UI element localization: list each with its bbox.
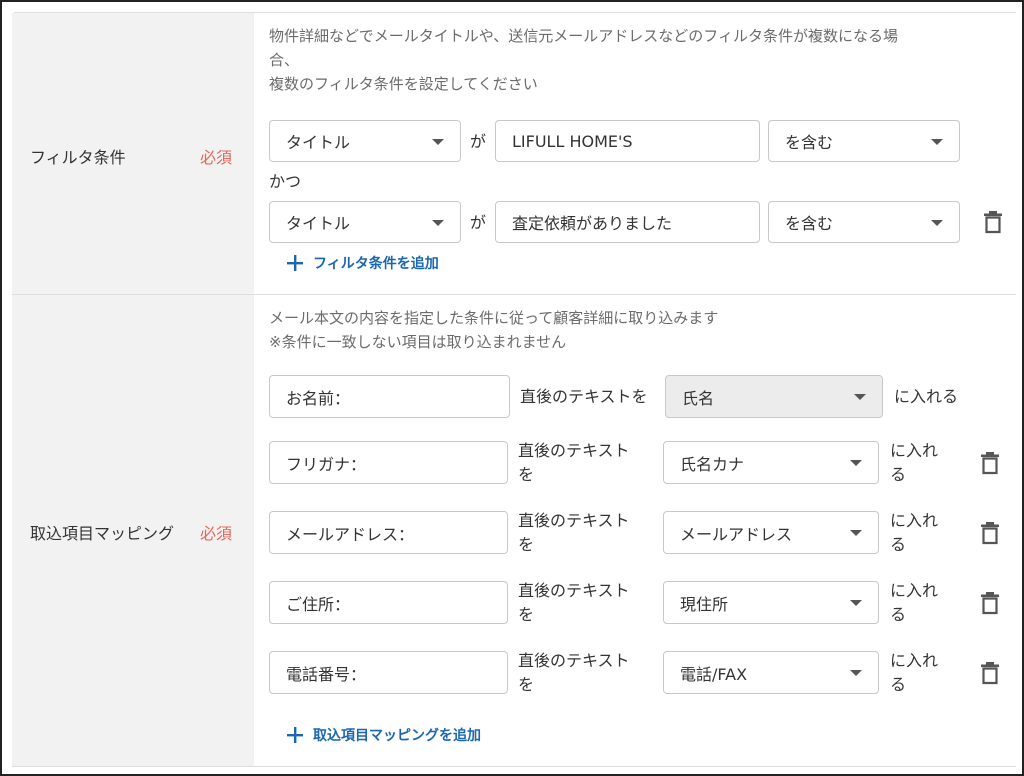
mapping-end-line-a: に入れ (890, 511, 939, 530)
filter-field-value-2: タイトル (286, 214, 351, 233)
mapping-mid-line-b: を (518, 465, 535, 484)
mapping-end-text-1: に入れる (894, 387, 959, 406)
mapping-source-text-2: フリガナ： (286, 454, 367, 474)
filter-operator-value-2: を含む (785, 214, 834, 233)
mapping-source-input-1[interactable]: お名前： (269, 375, 510, 418)
filter-operator-select-1[interactable]: を含む (768, 120, 960, 162)
mapping-end-line-b: る (890, 465, 907, 484)
section-divider (12, 294, 1016, 295)
mapping-mid-line-a: 直後のテキスト (518, 651, 630, 670)
filter-help-line2: 合、 (269, 51, 300, 69)
filter-value-text-1: LIFULL HOME'S (512, 131, 633, 151)
filter-operator-select-2[interactable]: を含む (768, 201, 960, 243)
mapping-mid-line-b: を (518, 535, 535, 554)
mapping-end-line-a: に入れ (890, 651, 939, 670)
plus-icon (287, 255, 303, 271)
filter-field-select-2[interactable]: タイトル (269, 201, 461, 243)
filter-connector-1: が (470, 132, 487, 151)
mapping-end-text-3: に入れ る (890, 509, 938, 557)
add-mapping-label: 取込項目マッピングを追加 (313, 728, 481, 744)
mapping-mid-line-a: 直後のテキスト (518, 441, 630, 460)
filter-connector-2: が (470, 213, 487, 232)
filter-field-select-1[interactable]: タイトル (269, 120, 461, 162)
mapping-end-text-5: に入れ る (890, 649, 938, 697)
mapping-source-input-4[interactable]: ご住所： (269, 581, 508, 624)
chevron-down-icon (931, 220, 943, 226)
mapping-source-text-1: お名前： (286, 388, 351, 408)
mapping-target-value-3: メールアドレス (680, 524, 793, 544)
chevron-down-icon (850, 460, 862, 466)
chevron-down-icon (850, 670, 862, 676)
mapping-source-input-5[interactable]: 電話番号： (269, 651, 508, 694)
mapping-target-select-4[interactable]: 現住所 (663, 581, 879, 624)
filter-help-text: 物件詳細などでメールタイトルや、送信元メールアドレスなどのフィルタ条件が複数にな… (269, 24, 898, 96)
chevron-down-icon (931, 139, 943, 145)
mapping-end-line-a: に入れ (890, 581, 939, 600)
label-column (12, 13, 254, 766)
mapping-source-text-3: メールアドレス： (286, 524, 415, 544)
mapping-mid-text-1: 直後のテキストを (520, 387, 648, 406)
chevron-down-icon (850, 530, 862, 536)
filter-value-input-2[interactable]: 査定依頼がありました (495, 201, 760, 243)
mapping-source-input-3[interactable]: メールアドレス： (269, 511, 508, 554)
filter-help-line1: 物件詳細などでメールタイトルや、送信元メールアドレスなどのフィルタ条件が複数にな… (269, 27, 898, 45)
mapping-target-value-4: 現住所 (680, 594, 729, 614)
filter-help-line3: 複数のフィルタ条件を設定してください (269, 75, 538, 93)
filter-and-label: かつ (269, 172, 302, 191)
mapping-help-line1: メール本文の内容を指定した条件に従って顧客詳細に取り込みます (269, 309, 719, 327)
mapping-end-text-2: に入れ る (890, 439, 938, 487)
mapping-target-value-2: 氏名カナ (680, 454, 745, 474)
trash-icon[interactable] (980, 521, 1000, 545)
chevron-down-icon (432, 139, 444, 145)
mapping-source-input-2[interactable]: フリガナ： (269, 441, 508, 484)
filter-operator-value-1: を含む (785, 133, 834, 152)
mapping-end-line-b: る (890, 675, 907, 694)
mapping-mid-line-a: 直後のテキスト (518, 511, 630, 530)
plus-icon (287, 727, 303, 743)
mapping-help-text: メール本文の内容を指定した条件に従って顧客詳細に取り込みます ※条件に一致しない… (269, 306, 718, 354)
mapping-mid-text-5: 直後のテキスト を (518, 649, 630, 697)
chevron-down-icon (850, 600, 862, 606)
filter-value-input-1[interactable]: LIFULL HOME'S (495, 120, 760, 162)
mapping-mid-text-4: 直後のテキスト を (518, 579, 630, 627)
mapping-end-text-4: に入れ る (890, 579, 938, 627)
add-mapping-button[interactable]: 取込項目マッピングを追加 (287, 725, 481, 745)
filter-conditions-label: フィルタ条件 (30, 148, 126, 167)
add-filter-button[interactable]: フィルタ条件を追加 (287, 253, 439, 273)
trash-icon[interactable] (983, 210, 1003, 234)
mapping-source-text-5: 電話番号： (286, 664, 367, 684)
mapping-help-line2: ※条件に一致しない項目は取り込まれません (269, 333, 567, 351)
trash-icon[interactable] (980, 451, 1000, 475)
mapping-mid-line-b: を (518, 605, 535, 624)
mapping-end-line-a: に入れ (890, 441, 939, 460)
mapping-end-line-b: る (890, 605, 907, 624)
mapping-end-line-b: る (890, 535, 907, 554)
trash-icon[interactable] (980, 661, 1000, 685)
mapping-source-text-4: ご住所： (286, 594, 351, 614)
mapping-label: 取込項目マッピング (30, 524, 175, 543)
chevron-down-icon (432, 220, 444, 226)
filter-value-text-2: 査定依頼がありました (512, 214, 673, 233)
filter-field-value-1: タイトル (286, 133, 351, 152)
mapping-mid-line-b: を (518, 675, 535, 694)
mapping-target-select-1[interactable]: 氏名 (665, 375, 883, 418)
trash-icon[interactable] (980, 591, 1000, 615)
settings-panel: フィルタ条件 必須 物件詳細などでメールタイトルや、送信元メールアドレスなどのフ… (0, 0, 1024, 776)
mapping-target-value-1: 氏名 (682, 388, 715, 408)
mapping-target-select-5[interactable]: 電話/FAX (663, 651, 879, 694)
mapping-mid-text-2: 直後のテキスト を (518, 439, 630, 487)
mapping-target-select-3[interactable]: メールアドレス (663, 511, 879, 554)
bottom-divider (12, 766, 1016, 767)
mapping-mid-text-3: 直後のテキスト を (518, 509, 630, 557)
mapping-required-badge: 必須 (200, 524, 233, 543)
add-filter-label: フィルタ条件を追加 (313, 256, 439, 272)
mapping-mid-line-a: 直後のテキスト (518, 581, 630, 600)
mapping-target-value-5: 電話/FAX (680, 664, 748, 684)
chevron-down-icon (854, 394, 866, 400)
mapping-target-select-2[interactable]: 氏名カナ (663, 441, 879, 484)
filter-required-badge: 必須 (200, 148, 233, 167)
